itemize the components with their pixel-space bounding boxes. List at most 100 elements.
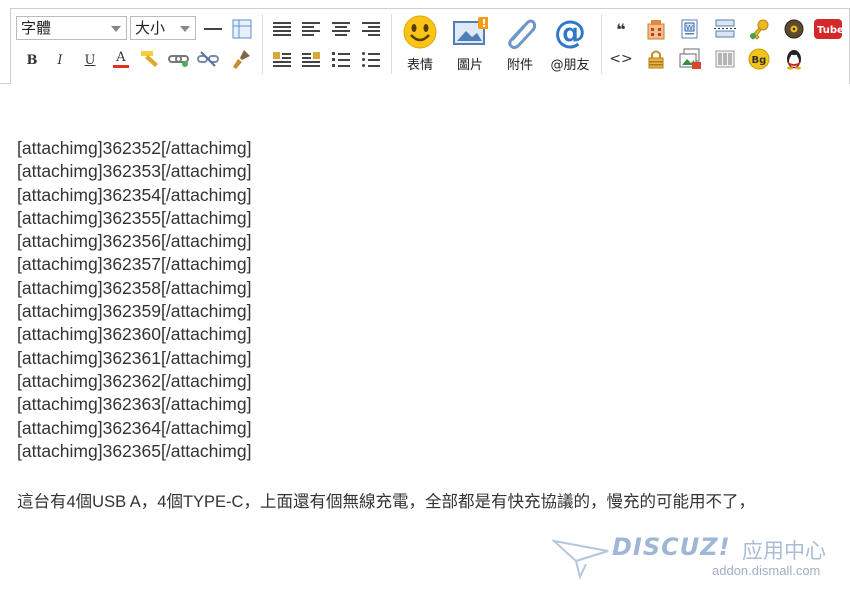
unordered-list-button[interactable] [360,49,382,69]
toolbar-separator [262,14,263,74]
page-break-icon [714,19,736,38]
content-line: [attachimg]362364[/attachimg] [17,417,252,438]
unlink-button[interactable] [196,48,220,70]
float-left-button[interactable] [271,49,293,69]
italic-button[interactable]: I [50,50,70,70]
ordered-list-icon [332,52,350,67]
image-label: 圖片 [456,58,483,73]
image-icon [452,14,488,50]
unordered-list-icon [362,52,380,67]
photo-stack-icon [679,48,701,69]
bold-button[interactable]: B [22,50,42,70]
watermark-logo: DISCUZ! [612,533,731,561]
paper-plane-icon [552,539,609,580]
building-icon [647,20,665,40]
quote-icon: ❝ [616,19,626,39]
background-button[interactable]: Bg [747,47,771,71]
font-color-button[interactable]: A [110,48,132,70]
audio-button[interactable] [782,17,806,41]
qq-button[interactable] [782,47,806,71]
mention-button[interactable]: @ @朋友 [548,14,592,73]
content-line: [attachimg]362363[/attachimg] [17,394,252,415]
content-paragraph: 這台有4個USB A，4個TYPE-C，上面還有個無線充電，全部都是有快充協議的… [17,493,755,511]
content-line: [attachimg]362354[/attachimg] [17,184,252,205]
attachment-button[interactable]: 附件 [498,14,542,73]
watermark: DISCUZ! 应用中心 addon.dismall.com [552,533,842,585]
unlink-icon [197,51,219,67]
toolbar-separator [391,14,392,74]
align-right-button[interactable] [360,19,382,39]
chevron-down-icon [111,26,121,32]
highlight-button[interactable] [138,48,162,70]
content-line: [attachimg]362356[/attachimg] [17,231,252,252]
italic-icon: I [57,52,63,68]
video-button[interactable]: Tube [814,17,842,41]
underline-button[interactable]: U [80,50,100,70]
emoticon-label: 表情 [406,58,433,73]
attachment-label: 附件 [506,58,533,73]
font-family-select[interactable]: 字體 [16,16,127,40]
table-button[interactable] [231,18,253,40]
content-line: [attachimg]362361[/attachimg] [17,347,252,368]
quote-button[interactable]: ❝ [611,19,631,39]
ordered-list-button[interactable] [330,49,352,69]
content-line: [attachimg]362355[/attachimg] [17,207,252,228]
content-line: [attachimg]362353[/attachimg] [17,161,252,182]
chevron-down-icon [180,26,190,32]
columns-icon [715,50,735,68]
content-line: [attachimg]362358[/attachimg] [17,277,252,298]
password-button[interactable] [747,17,771,41]
content-line: [attachimg]362357[/attachimg] [17,254,252,275]
float-right-button[interactable] [300,49,322,69]
content-line: [attachimg]362352[/attachimg] [17,138,252,158]
paperclip-icon [502,14,538,50]
code-icon: <> [609,51,633,67]
svg-text:W: W [686,24,693,32]
font-size-select[interactable]: 大小 [130,16,196,40]
content-line: [attachimg]362360[/attachimg] [17,324,252,345]
font-family-select-value: 字體 [21,19,52,37]
columns-button[interactable] [713,47,737,71]
page-break-button[interactable] [713,17,737,41]
youtube-icon: Tube [814,19,842,39]
align-justify-icon [273,22,291,36]
editor-toolbar: 字體 大小 B I U A 表情 圖片 附件 @ @朋友 ❝ W Tube <>… [0,0,850,84]
font-size-select-value: 大小 [135,19,166,37]
horizontal-rule-button[interactable] [203,20,223,38]
hide-content-button[interactable] [644,47,668,71]
album-button[interactable] [678,47,702,71]
svg-text:Tube: Tube [817,25,842,36]
highlighter-icon [141,51,158,67]
image-button[interactable]: 圖片 [448,14,492,73]
font-color-swatch [113,64,129,68]
key-icon [750,19,769,40]
content-line: [attachimg]362362[/attachimg] [17,370,252,391]
align-left-text-button[interactable] [300,19,322,39]
link-button[interactable] [167,48,191,70]
align-right-icon [362,22,380,36]
align-left-icon [302,22,320,36]
underline-icon: U [84,52,96,68]
horizontal-rule-icon [204,28,222,30]
toolbar-separator [601,14,602,74]
music-disc-icon [784,19,804,39]
clear-format-button[interactable] [229,47,253,71]
align-center-button[interactable] [330,19,352,39]
emoticon-button[interactable]: 表情 [398,14,442,73]
code-button[interactable]: <> [609,49,633,69]
free-block-button[interactable] [644,17,668,41]
paste-word-button[interactable]: W [678,17,702,41]
at-sign-icon: @ [554,13,586,51]
word-document-icon: W [681,19,698,39]
float-right-icon [302,52,320,67]
bg-icon: Bg [748,48,770,70]
lock-icon [648,50,664,69]
watermark-url: addon.dismall.com [712,563,821,578]
editor-content[interactable]: [attachimg]362352[/attachimg] [attachimg… [17,137,850,463]
link-icon [168,55,189,67]
align-left-button[interactable] [271,19,293,39]
svg-text:Bg: Bg [752,55,767,66]
smiley-icon [402,14,438,50]
qq-penguin-icon [787,50,801,70]
align-center-icon [332,22,350,36]
